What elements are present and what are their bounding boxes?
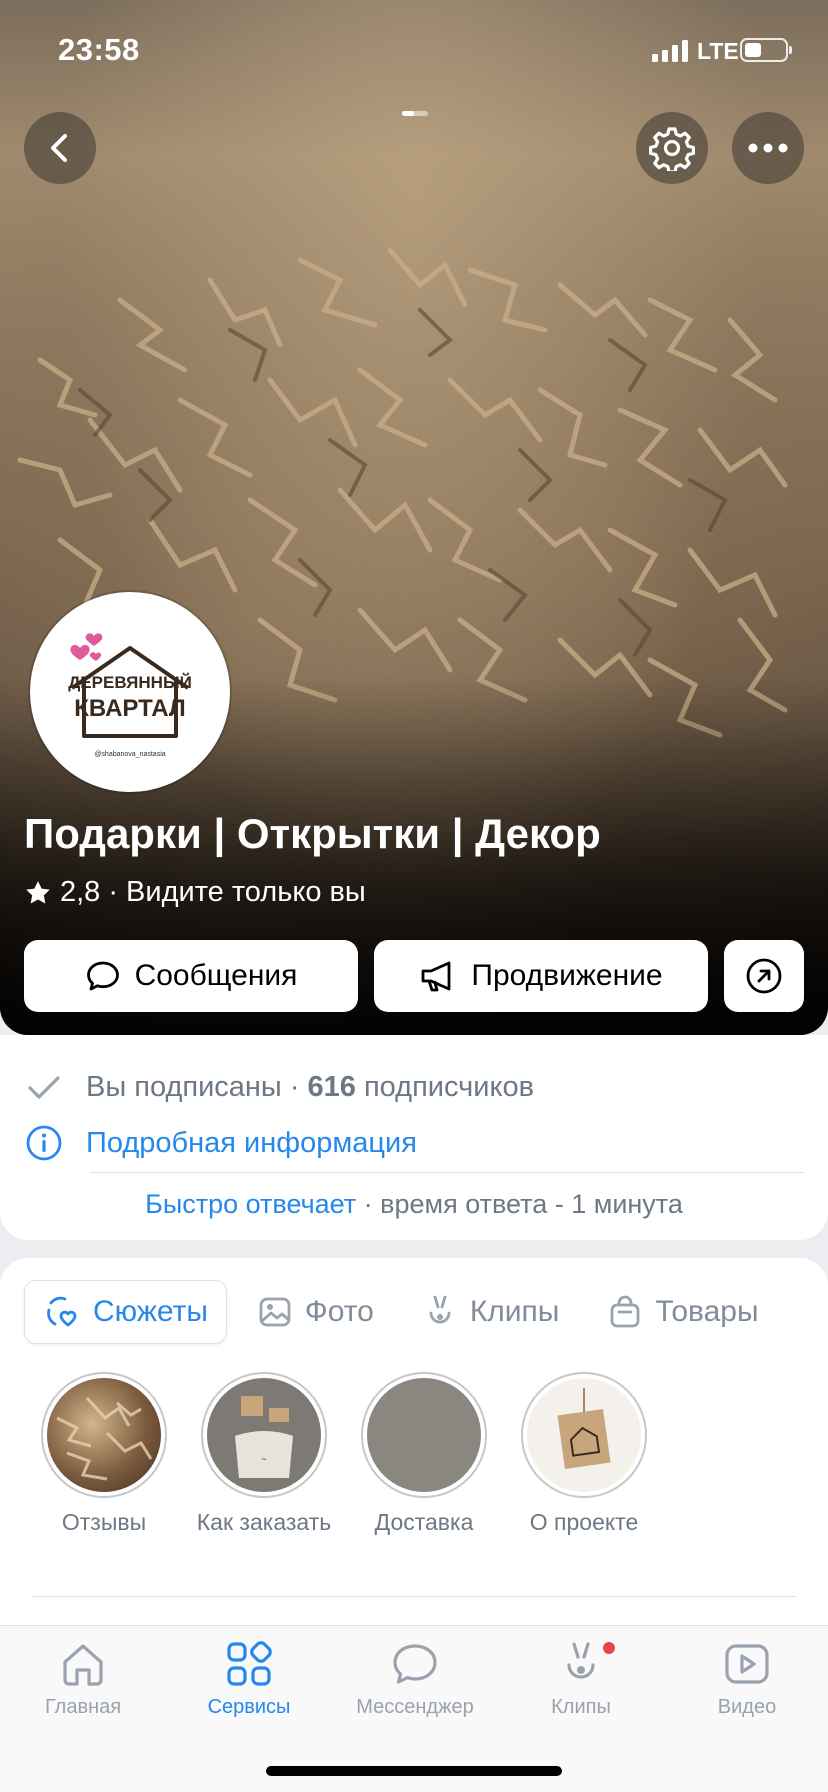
more-button[interactable] — [732, 112, 804, 184]
visibility-label: · Видите только вы — [108, 876, 366, 908]
story-label: Отзывы — [61, 1509, 147, 1535]
tabbar-label: Сервисы — [207, 1696, 291, 1718]
arrow-up-right-icon — [746, 958, 782, 994]
clips-icon — [567, 1642, 595, 1679]
star-icon — [26, 880, 50, 903]
back-button[interactable] — [24, 112, 96, 184]
tab-clips[interactable]: Клипы — [404, 1280, 578, 1344]
tabbar-label: Главная — [44, 1696, 122, 1718]
tab-clips-label: Клипы — [469, 1295, 560, 1328]
community-info-card: Вы подписаны · 616 подписчиков Подробная… — [0, 1005, 828, 1240]
story-item[interactable]: ~ Как заказать — [184, 1372, 344, 1536]
tabbar-item-home[interactable]: Главная — [0, 1638, 166, 1719]
subscribers-text: Вы подписаны · 616 подписчиков — [86, 1071, 534, 1104]
home-indicator — [266, 1766, 562, 1776]
details-link[interactable]: Подробная информация — [24, 1123, 417, 1163]
response-time-row: Быстро отвечает · время ответа - 1 минут… — [0, 1189, 828, 1220]
chevron-left-icon — [51, 134, 67, 162]
community-avatar[interactable]: ДЕРЕВЯННЫЙ КВАРТАЛ @shabanova_nastasia — [30, 592, 230, 792]
story-item[interactable]: Отзывы — [24, 1372, 184, 1536]
community-name: Подарки | Открытки | Декор — [24, 810, 601, 857]
tabbar-label: Видео — [717, 1696, 777, 1718]
messages-label: Сообщения — [134, 959, 298, 992]
share-button[interactable] — [724, 940, 804, 1012]
stories-list: Отзывы ~ Как заказать Доставка О проекте — [24, 1372, 664, 1536]
info-divider — [90, 1172, 804, 1173]
signal-icon — [652, 40, 688, 62]
network-type: LTE — [697, 38, 739, 64]
tab-stories[interactable]: Сюжеты — [24, 1280, 227, 1344]
logo-text-line2: КВАРТАЛ — [74, 695, 185, 722]
status-time: 23:58 — [58, 32, 140, 67]
tab-goods-label: Товары — [655, 1295, 759, 1328]
story-label: Как заказать — [196, 1509, 332, 1535]
subscribers-count: 616 — [307, 1070, 356, 1103]
svg-text:~: ~ — [261, 1454, 266, 1464]
logo-house-icon: ДЕРЕВЯННЫЙ КВАРТАЛ @shabanova_nastasia — [68, 633, 192, 758]
logo-handle: @shabanova_nastasia — [94, 751, 165, 758]
details-label: Подробная информация — [86, 1126, 417, 1159]
messages-button[interactable]: Сообщения — [24, 940, 358, 1012]
services-icon — [227, 1641, 272, 1686]
tabbar-item-services[interactable]: Сервисы — [166, 1638, 332, 1719]
rating-value: 2,8 — [60, 876, 101, 908]
fast-reply-label[interactable]: Быстро отвечает — [145, 1189, 356, 1219]
subscribers-label: подписчиков — [355, 1070, 535, 1103]
tab-stories-label: Сюжеты — [93, 1295, 208, 1328]
content-tabs: Сюжеты Фото Клипы Товары — [24, 1280, 777, 1344]
video-icon — [725, 1644, 769, 1684]
check-icon — [28, 1076, 60, 1099]
bag-icon — [610, 1295, 640, 1328]
story-thumbnail — [527, 1378, 641, 1492]
story-thumbnail — [47, 1378, 161, 1492]
story-thumbnail: ~ — [207, 1378, 321, 1492]
community-meta: 2,8 · Видите только вы — [24, 876, 366, 909]
messenger-icon — [393, 1644, 437, 1684]
megaphone-icon — [421, 961, 451, 992]
story-item[interactable]: О проекте — [504, 1372, 664, 1536]
tabbar-label: Мессенджер — [356, 1696, 474, 1718]
subscription-row: Вы подписаны · 616 подписчиков — [24, 1067, 534, 1107]
story-label: О проекте — [529, 1509, 639, 1535]
battery-icon — [740, 38, 792, 62]
image-icon — [259, 1297, 291, 1327]
story-thumbnail — [367, 1378, 481, 1492]
tabbar-item-messenger[interactable]: Мессенджер — [332, 1638, 498, 1719]
response-time-label: · время ответа - 1 минута — [356, 1189, 683, 1219]
notification-badge — [603, 1642, 615, 1654]
message-icon — [86, 961, 119, 991]
tabbar-item-clips[interactable]: Клипы — [498, 1638, 664, 1719]
logo-text-line1: ДЕРЕВЯННЫЙ — [68, 673, 192, 692]
subscribed-label: Вы подписаны · — [86, 1070, 308, 1103]
promotion-button[interactable]: Продвижение — [374, 940, 708, 1012]
ellipsis-icon — [748, 143, 788, 153]
status-bar: 23:58 LTE — [0, 30, 828, 70]
cover-pager — [402, 111, 428, 116]
tab-photo-label: Фото — [304, 1295, 374, 1328]
tab-goods[interactable]: Товары — [589, 1280, 776, 1344]
story-label: Доставка — [374, 1509, 474, 1535]
clips-icon — [429, 1295, 451, 1324]
settings-button[interactable] — [636, 112, 708, 184]
story-item[interactable]: Доставка — [344, 1372, 504, 1536]
promotion-label: Продвижение — [471, 959, 663, 992]
gear-icon — [649, 127, 695, 171]
heart-stories-icon — [47, 1296, 77, 1327]
home-icon — [63, 1644, 103, 1686]
tabbar-item-video[interactable]: Видео — [664, 1638, 828, 1719]
tab-photo[interactable]: Фото — [239, 1280, 392, 1344]
content-divider — [32, 1596, 796, 1597]
info-icon — [26, 1125, 62, 1161]
tabbar-label: Клипы — [551, 1696, 611, 1718]
